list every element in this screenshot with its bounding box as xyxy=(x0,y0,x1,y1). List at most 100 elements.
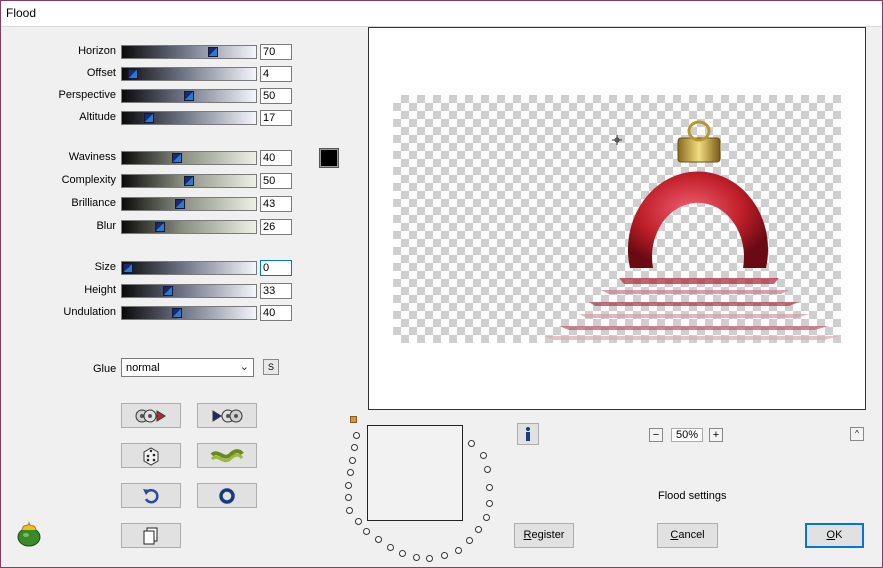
save-preset-button[interactable] xyxy=(197,403,257,428)
slider-track-perspective[interactable] xyxy=(121,89,257,103)
slider-value-waviness[interactable]: 40 xyxy=(260,150,292,166)
zoom-in-button[interactable]: + xyxy=(709,428,723,442)
preset-dot[interactable] xyxy=(355,518,362,525)
preset-thumbnail[interactable] xyxy=(367,425,463,521)
undo-icon xyxy=(143,488,159,503)
chevron-down-icon: ⌄ xyxy=(239,361,249,373)
glue-s-button[interactable]: S xyxy=(263,359,279,375)
copy-button[interactable] xyxy=(121,523,181,548)
slider-label: Height xyxy=(84,284,116,296)
undo-button[interactable] xyxy=(121,483,181,508)
slider-thumb[interactable] xyxy=(143,113,154,123)
cancel-button[interactable]: Cancel xyxy=(657,523,718,548)
glue-select[interactable]: normal ⌄ xyxy=(121,358,254,377)
preset-dot[interactable] xyxy=(387,544,394,551)
preset-dot[interactable] xyxy=(347,469,354,476)
slider-track-waviness[interactable] xyxy=(121,151,257,165)
slider-thumb[interactable] xyxy=(154,222,165,232)
preset-dot-selected[interactable] xyxy=(350,416,357,423)
slider-value-size[interactable]: 0 xyxy=(260,260,292,276)
slider-value-blur[interactable]: 26 xyxy=(260,219,292,235)
slider-value-undulation[interactable]: 40 xyxy=(260,305,292,321)
slider-thumb[interactable] xyxy=(184,176,194,186)
reset-icon xyxy=(219,487,235,504)
preset-dot[interactable] xyxy=(486,484,493,491)
slider-label: Altitude xyxy=(79,111,116,123)
settings-label: Flood settings xyxy=(658,490,727,502)
slider-label: Complexity xyxy=(61,174,116,186)
preview-area[interactable] xyxy=(368,27,866,410)
wave-button[interactable] xyxy=(197,443,257,468)
slider-track-brilliance[interactable] xyxy=(121,197,257,211)
window-title: Flood xyxy=(6,6,37,20)
slider-track-undulation[interactable] xyxy=(121,306,257,320)
preset-dot[interactable] xyxy=(345,494,352,501)
slider-value-horizon[interactable]: 70 xyxy=(260,44,292,60)
slider-label: Size xyxy=(94,261,116,273)
preset-dot[interactable] xyxy=(486,500,493,507)
slider-thumb[interactable] xyxy=(163,286,174,296)
slider-thumb[interactable] xyxy=(208,47,219,57)
slider-row-height: Height 33 xyxy=(0,283,300,299)
slider-row-complexity: Complexity 50 xyxy=(0,173,300,189)
slider-thumb[interactable] xyxy=(175,199,186,209)
reset-button[interactable] xyxy=(197,483,257,508)
slider-track-height[interactable] xyxy=(121,284,257,298)
slider-value-altitude[interactable]: 17 xyxy=(260,110,292,126)
preset-dot[interactable] xyxy=(345,482,352,489)
slider-value-perspective[interactable]: 50 xyxy=(260,88,292,104)
preset-dot[interactable] xyxy=(351,444,358,451)
preset-dot[interactable] xyxy=(426,555,433,562)
preset-dot[interactable] xyxy=(353,432,360,439)
preset-dot[interactable] xyxy=(375,536,382,543)
slider-thumb[interactable] xyxy=(127,69,138,79)
title-bar: Flood xyxy=(0,0,883,27)
preset-dot[interactable] xyxy=(483,514,490,521)
slider-track-size[interactable] xyxy=(121,261,257,275)
slider-value-brilliance[interactable]: 43 xyxy=(260,196,292,212)
preset-dot[interactable] xyxy=(413,554,420,561)
preset-dot[interactable] xyxy=(468,440,475,447)
preset-dot[interactable] xyxy=(455,547,462,554)
slider-value-offset[interactable]: 4 xyxy=(260,66,292,82)
slider-label: Offset xyxy=(86,67,116,79)
slider-track-complexity[interactable] xyxy=(121,174,257,188)
slider-label: Brilliance xyxy=(71,197,116,209)
slider-value-height[interactable]: 33 xyxy=(260,283,292,299)
color-swatch[interactable] xyxy=(319,148,339,168)
load-preset-icon xyxy=(135,409,166,422)
slider-label: Waviness xyxy=(68,151,116,163)
preset-dot[interactable] xyxy=(441,552,448,559)
zoom-out-button[interactable]: − xyxy=(649,428,663,442)
load-preset-button[interactable] xyxy=(121,403,181,428)
collapse-button[interactable]: ^ xyxy=(850,427,864,441)
preset-dot[interactable] xyxy=(346,507,353,514)
wave-icon xyxy=(210,448,244,462)
slider-value-complexity[interactable]: 50 xyxy=(260,173,292,189)
ornament-preview xyxy=(544,120,839,340)
preset-dot[interactable] xyxy=(399,550,406,557)
slider-track-altitude[interactable] xyxy=(121,111,257,125)
slider-row-altitude: Altitude 17 xyxy=(0,110,300,126)
slider-thumb[interactable] xyxy=(123,263,133,273)
slider-label: Undulation xyxy=(63,306,116,318)
slider-thumb[interactable] xyxy=(171,153,182,163)
slider-row-blur: Blur 26 xyxy=(0,219,300,235)
slider-track-blur[interactable] xyxy=(121,220,257,234)
ok-button[interactable]: OK xyxy=(805,523,864,548)
preset-dot[interactable] xyxy=(466,537,473,544)
preset-dot[interactable] xyxy=(349,457,356,464)
slider-track-horizon[interactable] xyxy=(121,45,257,59)
slider-thumb[interactable] xyxy=(171,308,182,318)
slider-thumb[interactable] xyxy=(184,91,194,101)
preset-dot[interactable] xyxy=(363,528,370,535)
preset-dot[interactable] xyxy=(484,466,491,473)
random-button[interactable] xyxy=(121,443,181,468)
slider-track-offset[interactable] xyxy=(121,67,257,81)
info-icon xyxy=(526,427,530,441)
copy-icon xyxy=(143,527,158,544)
preset-dot[interactable] xyxy=(475,526,482,533)
register-button[interactable]: Register xyxy=(514,523,574,548)
preset-dot[interactable] xyxy=(480,452,487,459)
info-button[interactable] xyxy=(517,423,539,445)
